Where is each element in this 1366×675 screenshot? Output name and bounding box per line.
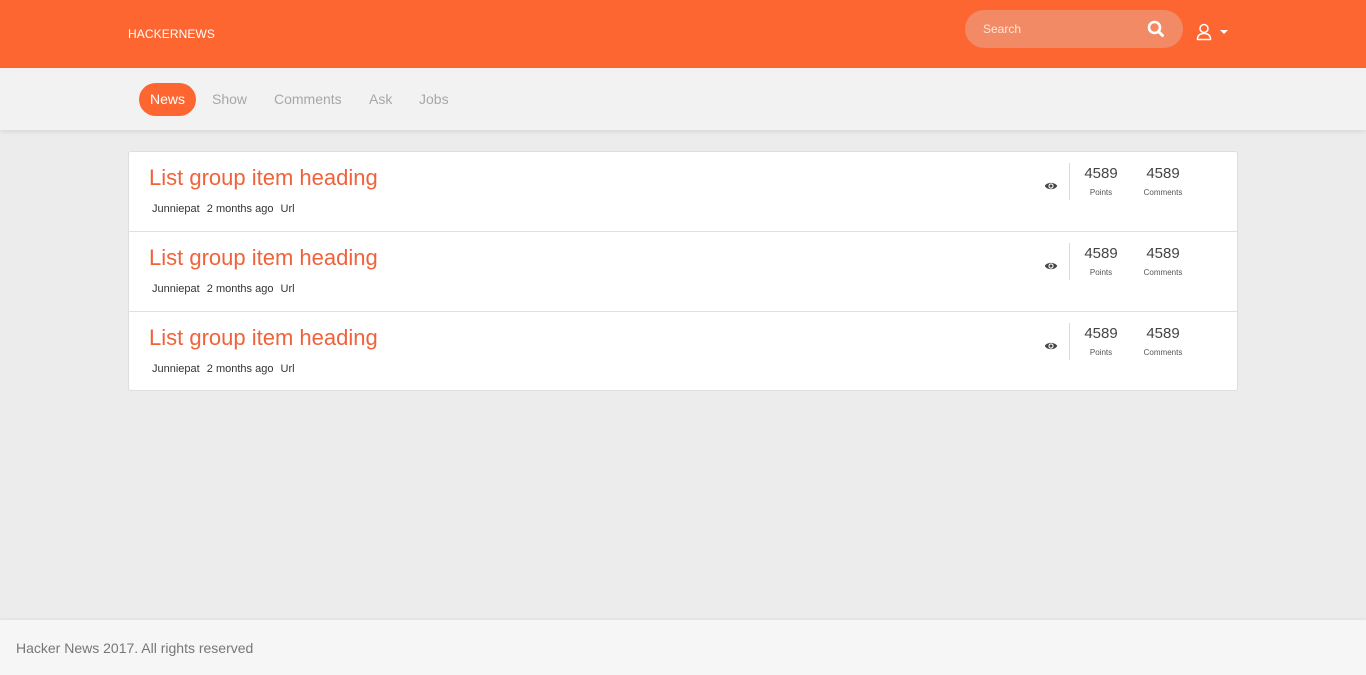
- search-input[interactable]: [983, 19, 1143, 39]
- list-item: List group item heading Junniepat 2 mont…: [129, 311, 1237, 391]
- list-item: List group item heading Junniepat 2 mont…: [129, 152, 1237, 232]
- story-time: 2 months ago: [206, 363, 274, 375]
- points-value: 4589: [1084, 245, 1118, 262]
- stats-divider: [1069, 243, 1070, 280]
- brand-logo[interactable]: HACKERNEWS: [128, 27, 215, 41]
- story-meta: Junniepat 2 months ago Url: [152, 363, 299, 375]
- story-meta: Junniepat 2 months ago Url: [152, 283, 299, 295]
- section-nav: News Show Comments Ask Jobs: [0, 68, 1366, 130]
- story-title-link[interactable]: List group item heading: [149, 245, 378, 271]
- points-label: Points: [1089, 188, 1113, 197]
- points-stat: 4589 Points: [1081, 325, 1121, 357]
- points-stat: 4589 Points: [1081, 165, 1121, 197]
- comments-value: 4589: [1146, 245, 1180, 262]
- story-title-link[interactable]: List group item heading: [149, 165, 378, 191]
- user-icon: [1196, 23, 1212, 41]
- story-time: 2 months ago: [206, 203, 274, 215]
- search-icon: [1147, 20, 1164, 37]
- eye-icon[interactable]: [1044, 180, 1058, 192]
- story-meta: Junniepat 2 months ago Url: [152, 203, 299, 215]
- user-menu-button[interactable]: [1196, 21, 1230, 43]
- search-button[interactable]: [1146, 19, 1166, 39]
- list-item: List group item heading Junniepat 2 mont…: [129, 231, 1237, 311]
- story-title-link[interactable]: List group item heading: [149, 325, 378, 351]
- story-list: List group item heading Junniepat 2 mont…: [128, 151, 1238, 391]
- tab-comments[interactable]: Comments: [274, 83, 342, 116]
- comments-value: 4589: [1146, 165, 1180, 182]
- comments-label: Comments: [1143, 188, 1183, 197]
- footer-copyright: Hacker News 2017. All rights reserved: [16, 640, 254, 656]
- comments-value: 4589: [1146, 325, 1180, 342]
- story-url-link[interactable]: Url: [281, 283, 295, 295]
- points-stat: 4589 Points: [1081, 245, 1121, 277]
- tab-ask[interactable]: Ask: [369, 83, 392, 116]
- stats-divider: [1069, 323, 1070, 360]
- points-label: Points: [1089, 348, 1113, 357]
- eye-icon[interactable]: [1044, 340, 1058, 352]
- stats-divider: [1069, 163, 1070, 200]
- story-author[interactable]: Junniepat: [152, 363, 200, 375]
- tab-jobs[interactable]: Jobs: [419, 83, 449, 116]
- eye-icon[interactable]: [1044, 260, 1058, 272]
- page-footer: Hacker News 2017. All rights reserved: [0, 620, 1366, 675]
- points-value: 4589: [1084, 325, 1118, 342]
- caret-down-icon: [1220, 30, 1228, 34]
- tab-news[interactable]: News: [139, 83, 197, 116]
- comments-stat: 4589 Comments: [1137, 325, 1189, 357]
- story-author[interactable]: Junniepat: [152, 283, 200, 295]
- story-author[interactable]: Junniepat: [152, 203, 200, 215]
- story-time: 2 months ago: [206, 283, 274, 295]
- points-label: Points: [1089, 268, 1113, 277]
- story-url-link[interactable]: Url: [281, 203, 295, 215]
- points-value: 4589: [1084, 165, 1118, 182]
- tab-show[interactable]: Show: [212, 83, 247, 116]
- search-box: [965, 10, 1183, 48]
- comments-stat: 4589 Comments: [1137, 245, 1189, 277]
- comments-label: Comments: [1143, 348, 1183, 357]
- comments-stat: 4589 Comments: [1137, 165, 1189, 197]
- top-navbar: HACKERNEWS: [0, 0, 1366, 68]
- story-url-link[interactable]: Url: [281, 363, 295, 375]
- comments-label: Comments: [1143, 268, 1183, 277]
